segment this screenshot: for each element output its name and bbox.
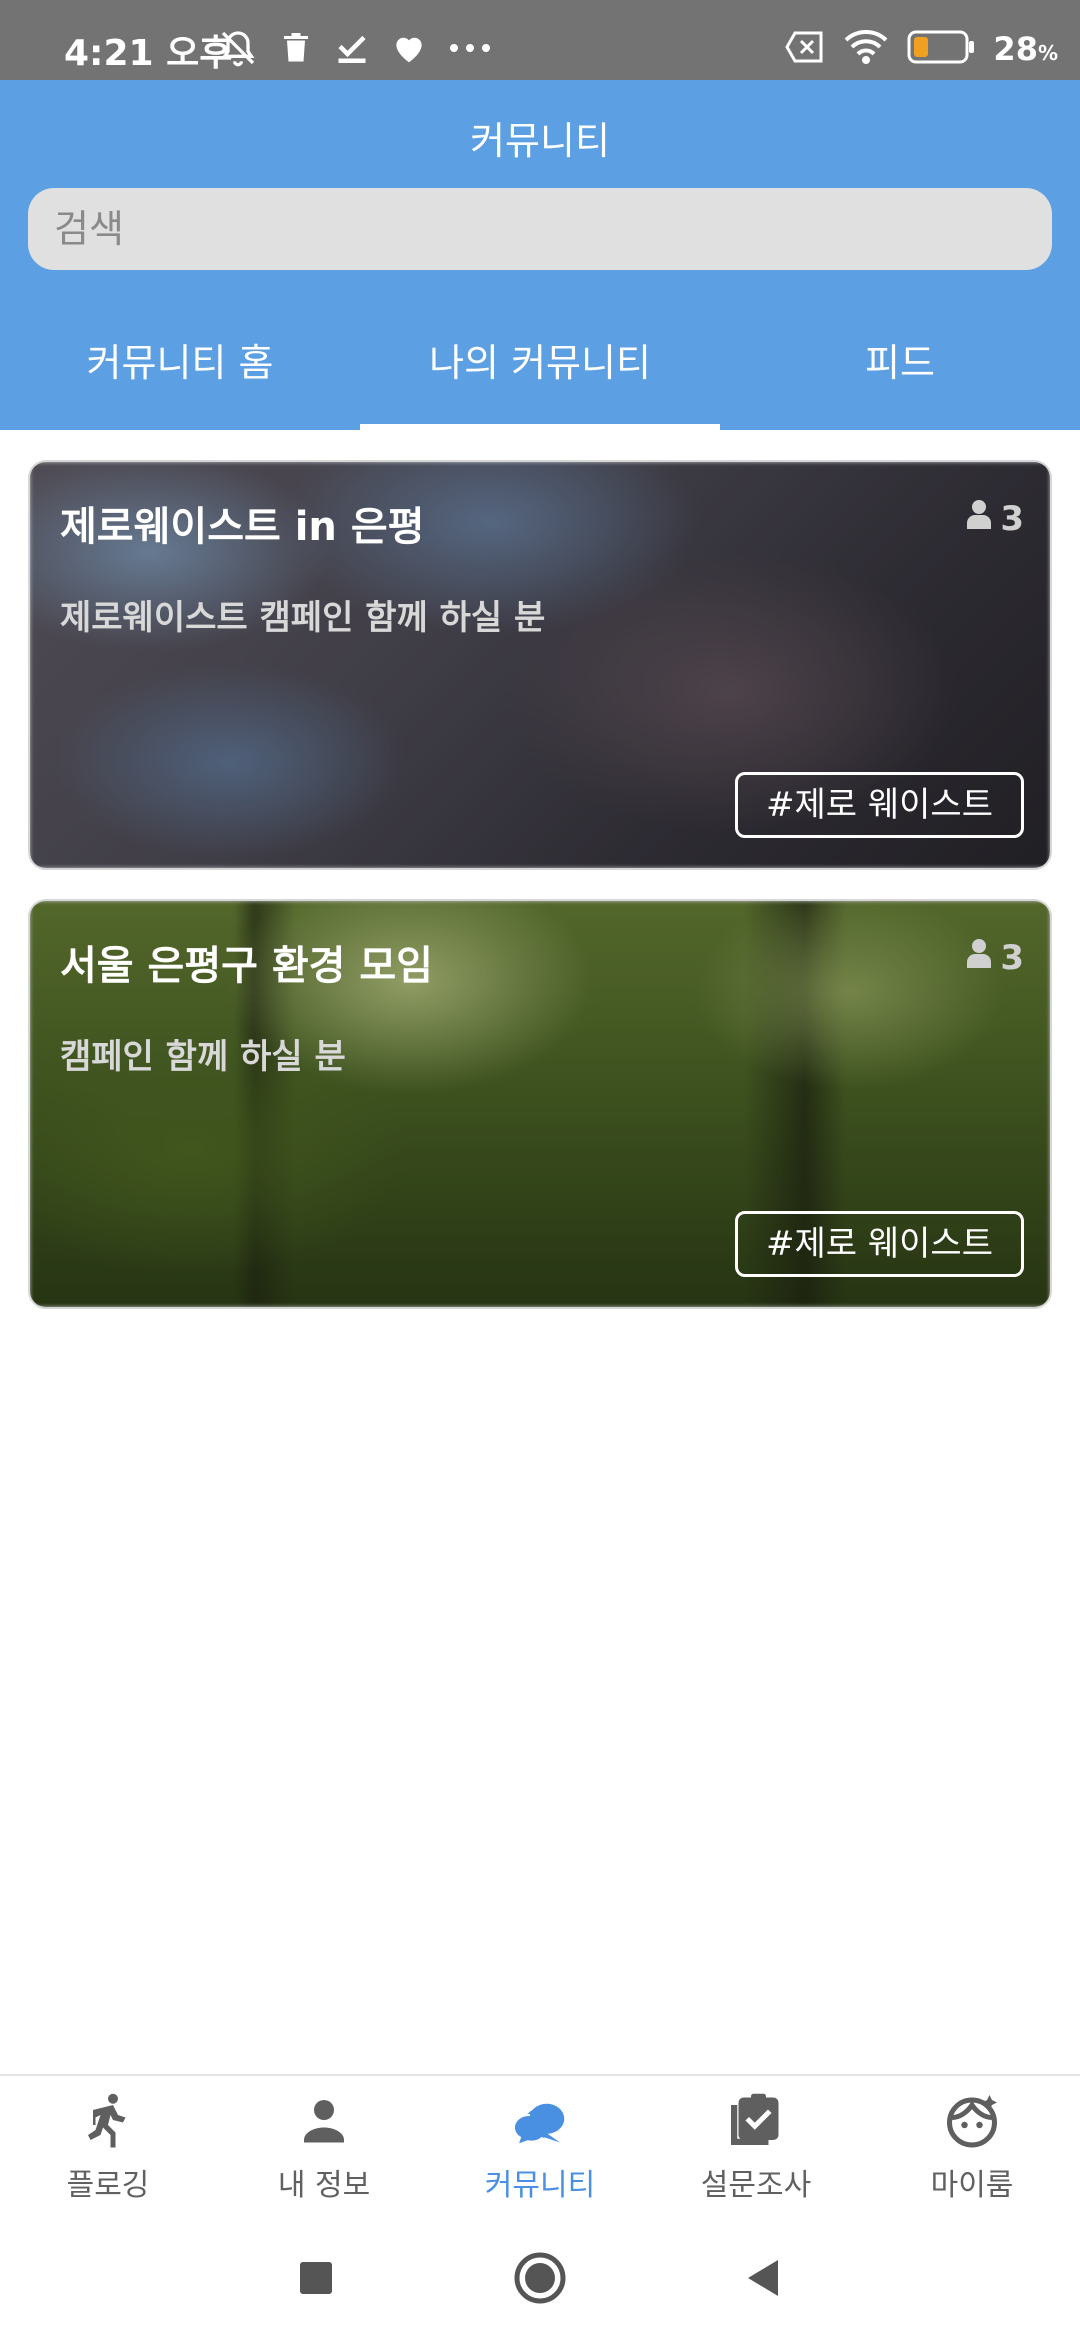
community-description: 캠페인 함께 하실 분: [60, 1037, 346, 1077]
more-dots-icon: [448, 38, 492, 58]
nav-my-info[interactable]: 내 정보: [216, 2076, 432, 2212]
system-navigation-bar: [0, 2210, 1080, 2340]
member-count: 3: [966, 498, 1024, 539]
silent-bell-off-icon: [218, 28, 258, 68]
back-button[interactable]: [734, 2248, 794, 2308]
status-notification-icons: [218, 28, 492, 68]
bottom-navigation: 플로깅 내 정보 커뮤니티 설문조사 마이룸: [0, 2074, 1080, 2210]
tab-my-community[interactable]: 나의 커뮤니티: [360, 330, 720, 430]
page-title: 커뮤니티: [470, 119, 610, 163]
heart-icon: [390, 29, 428, 67]
nav-label: 마이룸: [930, 2168, 1014, 2203]
nav-label: 설문조사: [700, 2168, 812, 2203]
battery-percent: 28%: [993, 30, 1058, 68]
nav-survey[interactable]: 설문조사: [648, 2076, 864, 2212]
no-sim-icon: [785, 30, 825, 68]
member-person-icon: [966, 498, 992, 539]
nav-label: 커뮤니티: [484, 2168, 596, 2203]
running-person-icon: [78, 2090, 138, 2150]
trash-icon: [278, 30, 314, 66]
member-count-value: 3: [1000, 498, 1024, 539]
check-download-icon: [334, 30, 370, 66]
hashtag-button[interactable]: #제로 웨이스트: [735, 1211, 1024, 1277]
recent-apps-button[interactable]: [286, 2248, 346, 2308]
nav-label: 내 정보: [277, 2168, 371, 2203]
hashtag-button[interactable]: #제로 웨이스트: [735, 772, 1024, 838]
community-title: 서울 은평구 환경 모임: [60, 943, 433, 989]
community-description: 제로웨이스트 캠페인 함께 하실 분: [60, 598, 546, 638]
clipboard-check-icon: [726, 2090, 786, 2150]
community-card[interactable]: 서울 은평구 환경 모임 3 캠페인 함께 하실 분 #제로 웨이스트: [28, 899, 1052, 1309]
member-count-value: 3: [1000, 937, 1024, 978]
tab-community-home[interactable]: 커뮤니티 홈: [0, 330, 360, 430]
nav-my-room[interactable]: 마이룸: [864, 2076, 1080, 2212]
face-icon: [942, 2090, 1002, 2150]
member-person-icon: [966, 937, 992, 978]
battery-icon: [907, 29, 975, 69]
home-button[interactable]: [510, 2248, 570, 2308]
status-time: 4:21 오후: [64, 33, 233, 74]
app-header: 커뮤니티 커뮤니티 홈 나의 커뮤니티 피드: [0, 80, 1080, 430]
nav-plogging[interactable]: 플로깅: [0, 2076, 216, 2212]
selected-tab-indicator: [360, 424, 720, 430]
person-icon: [294, 2090, 354, 2150]
tab-feed[interactable]: 피드: [720, 330, 1080, 430]
status-system-icons: 28%: [785, 28, 1058, 70]
community-card[interactable]: 제로웨이스트 in 은평 3 제로웨이스트 캠페인 함께 하실 분 #제로 웨이…: [28, 460, 1052, 870]
tab-bar: 커뮤니티 홈 나의 커뮤니티 피드: [0, 330, 1080, 430]
nav-label: 플로깅: [66, 2168, 150, 2203]
search-input[interactable]: [28, 188, 1052, 270]
community-title: 제로웨이스트 in 은평: [60, 504, 425, 550]
chat-bubbles-icon: [510, 2090, 570, 2150]
wifi-icon: [843, 28, 889, 70]
status-bar: 4:21 오후 28%: [0, 0, 1080, 80]
member-count: 3: [966, 937, 1024, 978]
nav-community[interactable]: 커뮤니티: [432, 2076, 648, 2212]
